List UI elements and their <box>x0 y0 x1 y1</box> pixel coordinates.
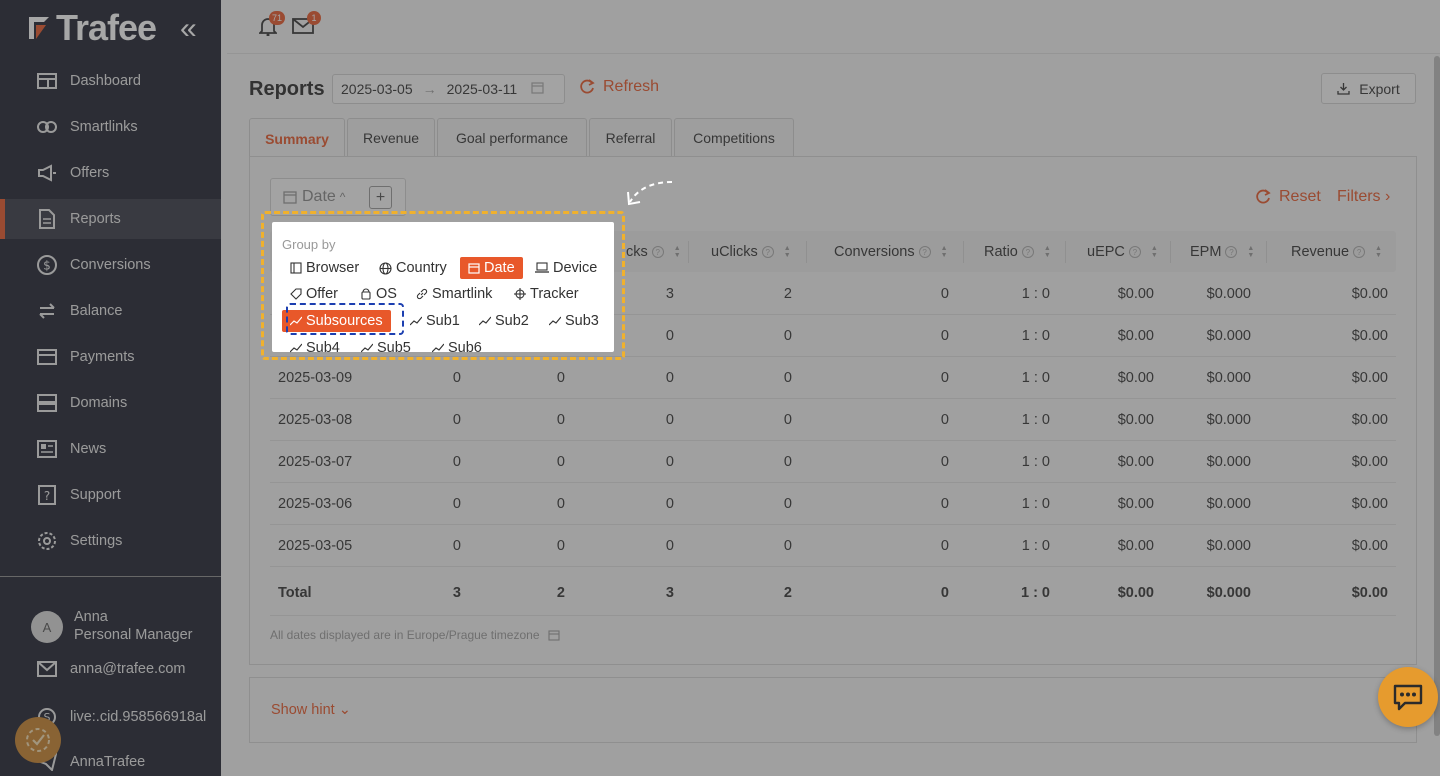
groupby-option-date[interactable]: Date <box>460 257 523 279</box>
chip-label: OS <box>376 286 397 302</box>
chat-button[interactable] <box>1378 667 1438 727</box>
trend-up-icon <box>361 343 373 353</box>
chip-label: Smartlink <box>432 286 493 302</box>
chip-label: Sub3 <box>565 313 599 329</box>
globe-icon <box>379 261 392 275</box>
calendar-icon <box>468 262 480 274</box>
groupby-option-sub5[interactable]: Sub5 <box>353 337 419 359</box>
laptop-icon <box>535 262 549 274</box>
tour-overlay <box>0 0 1440 776</box>
chip-label: Tracker <box>530 286 579 302</box>
subsources-highlight <box>286 303 404 335</box>
chat-icon <box>1393 684 1423 711</box>
groupby-option-sub4[interactable]: Sub4 <box>282 337 348 359</box>
group-by-popover: Group by Browser Country Date Device Off… <box>272 222 614 356</box>
chip-label: Sub4 <box>306 340 340 356</box>
tour-arrow-icon <box>627 181 673 206</box>
chip-label: Sub2 <box>495 313 529 329</box>
chip-label: Browser <box>306 260 360 276</box>
tour-highlight: Group by Browser Country Date Device Off… <box>261 211 625 360</box>
groupby-option-country[interactable]: Country <box>371 257 455 279</box>
trend-up-icon <box>549 316 561 326</box>
chip-label: Sub5 <box>377 340 411 356</box>
groupby-option-smartlink[interactable]: Smartlink <box>408 283 500 305</box>
groupby-option-sub2[interactable]: Sub2 <box>471 310 537 332</box>
groupby-option-device[interactable]: Device <box>527 257 605 279</box>
groupby-option-browser[interactable]: Browser <box>282 257 367 279</box>
trend-up-icon <box>432 343 444 353</box>
chip-label: Device <box>553 260 598 276</box>
chip-label: Sub1 <box>426 313 460 329</box>
chip-label: Country <box>396 260 447 276</box>
groupby-option-tracker[interactable]: Tracker <box>506 283 587 305</box>
chip-label: Date <box>484 260 515 276</box>
groupby-option-sub1[interactable]: Sub1 <box>402 310 468 332</box>
groupby-option-sub3[interactable]: Sub3 <box>541 310 607 332</box>
tag-icon <box>290 288 302 300</box>
crosshair-icon <box>514 288 526 300</box>
groupby-option-offer[interactable]: Offer <box>282 283 346 305</box>
group-by-title: Group by <box>282 237 336 252</box>
trend-up-icon <box>290 343 302 353</box>
trend-up-icon <box>410 316 422 326</box>
browser-icon <box>290 262 302 274</box>
chip-label: Offer <box>306 286 338 302</box>
link-icon <box>416 288 428 300</box>
groupby-option-sub6[interactable]: Sub6 <box>424 337 490 359</box>
groupby-option-os[interactable]: OS <box>352 283 405 305</box>
android-icon <box>360 288 372 300</box>
trend-up-icon <box>479 316 491 326</box>
chip-label: Sub6 <box>448 340 482 356</box>
